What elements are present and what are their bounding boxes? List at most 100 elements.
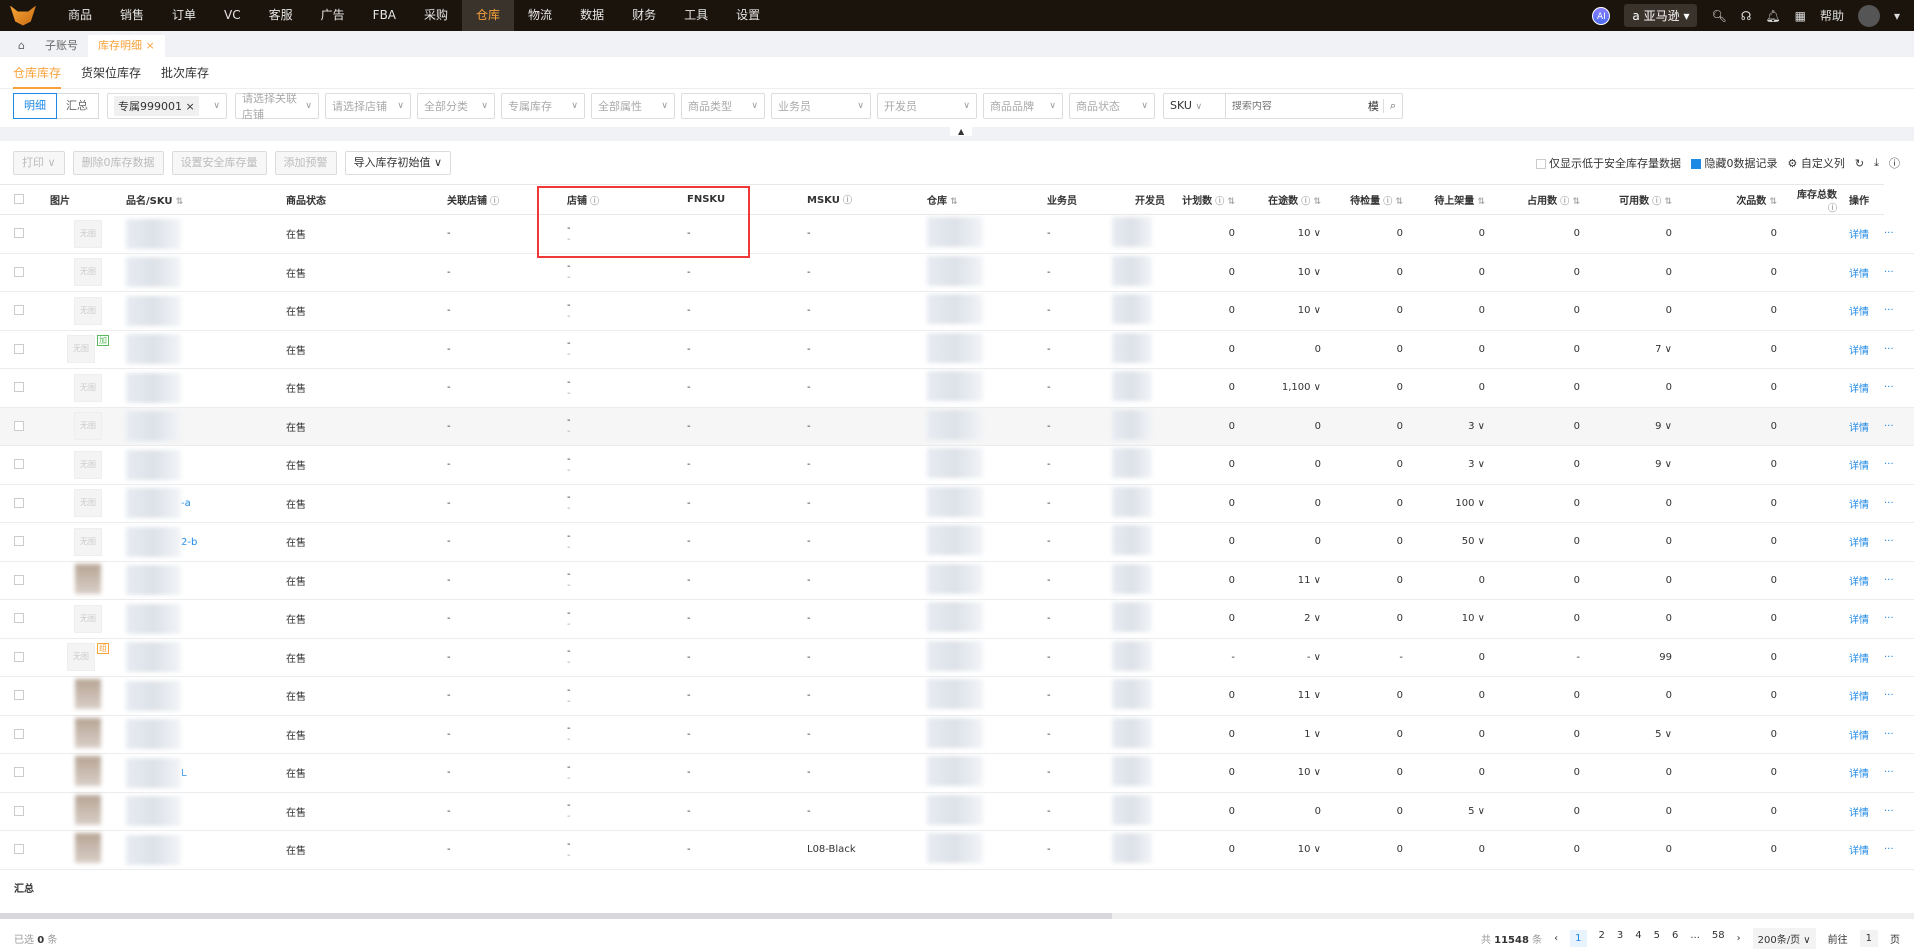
set-safety-stock-button[interactable]: 设置安全库存量: [171, 151, 267, 175]
chevron-down-icon[interactable]: ∨: [1311, 652, 1321, 663]
more-icon[interactable]: ···: [1884, 459, 1894, 470]
table-row[interactable]: 在售 - - - - L08-Black -0 10 ∨ 0 0 0 0 0 详情 ···: [0, 830, 1914, 870]
more-icon[interactable]: ···: [1884, 382, 1894, 393]
table-row[interactable]: 在售 - - - - - -0 1 ∨ 0 0 0 5 ∨ 0 详情 ···: [0, 715, 1914, 754]
column-header[interactable]: MSKU ⓘ: [807, 184, 927, 215]
sort-icon[interactable]: ⇅: [1661, 197, 1672, 207]
product-image[interactable]: [75, 563, 101, 594]
detail-link[interactable]: 详情: [1849, 269, 1869, 280]
detail-link[interactable]: 详情: [1849, 538, 1869, 549]
fuzzy-search-toggle[interactable]: 模: [1364, 98, 1383, 114]
checkbox[interactable]: [14, 228, 24, 239]
column-header[interactable]: 库存总数 ⓘ: [1789, 184, 1849, 215]
page-button[interactable]: ...: [1690, 930, 1700, 947]
help-icon[interactable]: ⓘ: [1828, 204, 1837, 214]
checkbox[interactable]: [14, 459, 24, 470]
more-icon[interactable]: ···: [1884, 767, 1894, 778]
detail-link[interactable]: 详情: [1849, 423, 1869, 434]
chevron-down-icon[interactable]: ∨: [1475, 806, 1485, 817]
print-button[interactable]: 打印 ∨: [13, 151, 65, 175]
detail-link[interactable]: 详情: [1849, 615, 1869, 626]
filter-select[interactable]: 商品品牌 ∨: [983, 93, 1063, 119]
detail-link[interactable]: 详情: [1849, 500, 1869, 511]
product-image[interactable]: [75, 756, 101, 787]
more-icon[interactable]: ···: [1884, 844, 1894, 855]
nav-item[interactable]: FBA: [359, 0, 410, 31]
nav-item[interactable]: 工具: [670, 0, 722, 31]
table-row[interactable]: 无图 在售 - - - - - -0 10 ∨ 0 0 0 0 0 详情 ···: [0, 214, 1914, 254]
help-icon[interactable]: ⓘ: [1557, 197, 1569, 207]
chevron-down-icon[interactable]: ∨: [1311, 267, 1321, 278]
sku-link[interactable]: L: [181, 768, 187, 779]
more-icon[interactable]: ···: [1884, 267, 1894, 278]
sort-icon[interactable]: ⇅: [1392, 197, 1403, 207]
download-icon[interactable]: ⤓: [1874, 156, 1879, 170]
chevron-down-icon[interactable]: ∨: [1475, 613, 1485, 624]
sku-link[interactable]: 2-b: [181, 537, 197, 548]
detail-link[interactable]: 详情: [1849, 346, 1869, 357]
table-row[interactable]: 无图 在售 - - - - - -0 1,100 ∨ 0 0 0 0 0 详情 ···: [0, 368, 1914, 408]
more-icon[interactable]: ···: [1884, 806, 1894, 817]
checkbox[interactable]: [14, 767, 24, 778]
checkbox[interactable]: [14, 651, 24, 662]
more-icon[interactable]: ···: [1884, 729, 1894, 740]
bell-icon[interactable]: 🔔︎: [1765, 9, 1780, 23]
table-row[interactable]: 无图 在售 - - - - - -0 10 ∨ 0 0 0 0 0 详情 ···: [0, 253, 1914, 292]
checkbox[interactable]: [14, 305, 24, 316]
help-icon[interactable]: ⓘ: [1889, 155, 1900, 171]
prev-page-icon[interactable]: ‹: [1554, 933, 1558, 944]
sku-link[interactable]: -a: [181, 498, 191, 509]
custom-columns-button[interactable]: ⚙ 自定义列: [1788, 155, 1845, 171]
mode-summary[interactable]: 汇总: [56, 94, 98, 118]
nav-item[interactable]: 广告: [307, 0, 359, 31]
table-row[interactable]: 在售 - - - - - -0 11 ∨ 0 0 0 0 0 详情 ···: [0, 676, 1914, 716]
chevron-down-icon[interactable]: ▾: [1894, 9, 1900, 23]
table-row[interactable]: 在售 - - - - - -0 11 ∨ 0 0 0 0 0 详情 ···: [0, 561, 1914, 600]
product-image[interactable]: [75, 717, 101, 748]
help-icon[interactable]: ⓘ: [1298, 197, 1310, 207]
checkbox[interactable]: [14, 266, 24, 277]
below-safety-checkbox[interactable]: 仅显示低于安全库存量数据: [1535, 155, 1681, 171]
scrollbar-thumb[interactable]: [0, 913, 1112, 919]
product-image[interactable]: [75, 833, 101, 864]
next-page-icon[interactable]: ›: [1737, 933, 1741, 944]
detail-link[interactable]: 详情: [1849, 461, 1869, 472]
tab-sub-account[interactable]: 子账号: [35, 35, 88, 57]
page-button[interactable]: 58: [1712, 930, 1725, 947]
nav-item[interactable]: 设置: [722, 0, 774, 31]
detail-link[interactable]: 详情: [1849, 307, 1869, 318]
chevron-down-icon[interactable]: ∨: [1311, 305, 1321, 316]
column-header[interactable]: 占用数 ⓘ ⇅: [1497, 184, 1592, 215]
help-icon[interactable]: ⓘ: [1649, 197, 1661, 207]
nav-item[interactable]: 仓库: [462, 0, 515, 31]
help-icon[interactable]: ⓘ: [1380, 197, 1392, 207]
product-image[interactable]: [75, 794, 101, 825]
table-row[interactable]: 无图 在售 - - - - - -0 10 ∨ 0 0 0 0 0 详情 ···: [0, 291, 1914, 331]
page-button[interactable]: 5: [1654, 930, 1660, 947]
help-icon[interactable]: ⓘ: [1212, 197, 1224, 207]
search-field-select[interactable]: SKU ∨: [1164, 93, 1226, 119]
close-icon[interactable]: ×: [145, 39, 154, 52]
product-image[interactable]: [75, 679, 101, 710]
filter-select[interactable]: 全部属性 ∨: [591, 93, 675, 119]
checkbox[interactable]: [1535, 159, 1546, 169]
nav-item[interactable]: 数据: [566, 0, 618, 31]
table-row[interactable]: 无图 在售 - - - - - -0 0 0 3 ∨ 0 9 ∨ 0 详情 ···: [0, 407, 1914, 446]
table-row[interactable]: 无图加 在售 - - - - - -0 0 0 0 0 7 ∨ 0 详情 ···: [0, 330, 1914, 369]
chevron-down-icon[interactable]: ∨: [1311, 844, 1321, 855]
detail-link[interactable]: 详情: [1849, 846, 1869, 857]
subtab-warehouse-inventory[interactable]: 仓库库存: [13, 57, 62, 89]
table-row[interactable]: 无图 在售 - - - - - -0 0 0 3 ∨ 0 9 ∨ 0 详情 ···: [0, 445, 1914, 485]
table-row[interactable]: 无图组 在售 - - - - - - - - ∨ -0-99 0 详情 ···: [0, 638, 1914, 677]
sort-icon[interactable]: ⇅: [1474, 197, 1485, 207]
column-header[interactable]: 待上架量 ⇅: [1415, 184, 1497, 215]
page-button[interactable]: 2: [1599, 930, 1605, 947]
chevron-down-icon[interactable]: ∨: [1311, 575, 1321, 586]
chevron-down-icon[interactable]: ∨: [1475, 459, 1485, 470]
mode-detail[interactable]: 明细: [13, 93, 57, 119]
column-header[interactable]: 次品数 ⇅: [1684, 184, 1789, 215]
checkbox-checked[interactable]: [1691, 159, 1702, 169]
help-icon[interactable]: ⓘ: [840, 196, 852, 206]
checkbox[interactable]: [14, 536, 24, 547]
column-header[interactable]: 在途数 ⓘ ⇅: [1247, 184, 1333, 215]
